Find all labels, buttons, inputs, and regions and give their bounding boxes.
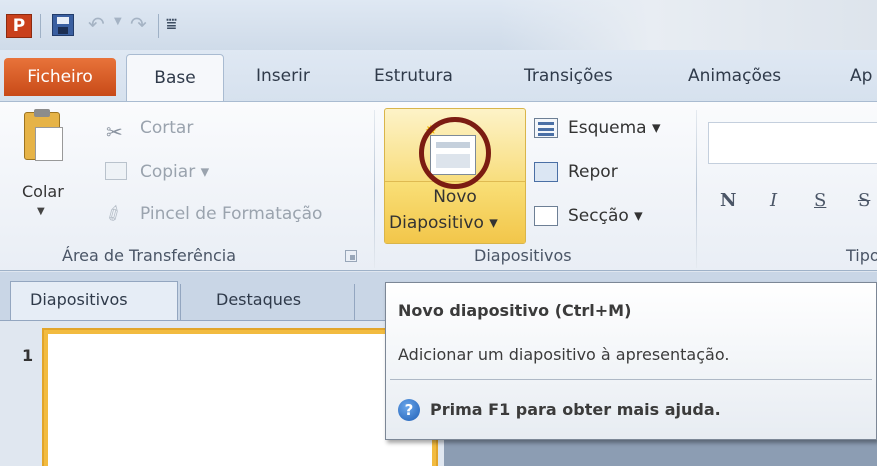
tab-transicoes[interactable]: Transições <box>524 66 613 86</box>
slides-group-label: Diapositivos <box>474 246 572 265</box>
cut-icon[interactable]: ✂ <box>106 120 123 144</box>
title-bar-blur <box>500 0 877 50</box>
reset-button[interactable]: Repor <box>568 162 618 182</box>
cut-button[interactable]: Cortar <box>140 118 193 138</box>
paste-dropdown-icon[interactable]: ▼ <box>37 206 45 217</box>
group-separator <box>696 110 697 268</box>
section-button[interactable]: Secção ▾ <box>568 206 643 226</box>
underline-button[interactable]: S <box>814 190 826 211</box>
tab-inserir[interactable]: Inserir <box>256 66 310 86</box>
tab-base[interactable]: Base <box>126 54 224 102</box>
pane-tab-separator <box>354 284 355 320</box>
format-painter-icon[interactable]: ✐ <box>101 199 128 228</box>
customize-qat-icon[interactable]: ⩸ <box>166 14 177 35</box>
group-separator <box>374 110 375 268</box>
clipboard-dialog-launcher-icon[interactable] <box>345 250 357 262</box>
clipboard-group-label: Área de Transferência <box>62 246 237 265</box>
format-painter-button[interactable]: Pincel de Formatação <box>140 204 322 224</box>
paste-icon[interactable] <box>24 109 63 161</box>
copy-label: Copiar <box>140 162 196 182</box>
font-name-combobox[interactable] <box>708 122 877 164</box>
bold-button[interactable]: N <box>720 190 736 211</box>
tab-apresentacao[interactable]: Ap <box>850 66 872 86</box>
powerpoint-logo-icon[interactable]: P <box>6 14 32 38</box>
copy-button[interactable]: Copiar ▾ <box>140 162 209 182</box>
tooltip-help-text: Prima F1 para obter mais ajuda. <box>430 400 721 419</box>
undo-dropdown-icon[interactable]: ▼ <box>114 16 122 27</box>
strikethrough-button[interactable]: S <box>858 190 870 211</box>
slide-number: 1 <box>22 346 34 365</box>
new-slide-label-line1: Novo <box>433 187 477 207</box>
help-icon: ? <box>398 399 420 421</box>
tooltip-description: Adicionar um diapositivo à apresentação. <box>398 345 730 364</box>
redo-icon[interactable]: ↷ <box>130 12 147 36</box>
copy-icon[interactable] <box>105 162 127 180</box>
italic-button[interactable]: I <box>770 190 777 211</box>
slide-thumbnail[interactable] <box>42 328 438 466</box>
pane-tab-separator <box>180 284 181 320</box>
paste-button[interactable]: Colar <box>22 182 64 201</box>
tooltip-title: Novo diapositivo (Ctrl+M) <box>398 301 632 320</box>
quick-access-toolbar: P ↶ ▼ ↷ ⩸ <box>0 0 877 50</box>
tab-estrutura[interactable]: Estrutura <box>374 66 453 86</box>
tab-slides-label[interactable]: Diapositivos <box>30 290 128 309</box>
save-icon[interactable] <box>52 14 74 36</box>
reset-icon[interactable] <box>534 162 558 182</box>
highlight-circle-annotation <box>419 117 491 189</box>
new-slide-button[interactable]: ✸ Novo Diapositivo ▾ <box>384 108 526 244</box>
tab-ficheiro[interactable]: Ficheiro <box>4 58 116 96</box>
qat-separator <box>40 14 41 38</box>
font-group-label: Tipo <box>846 246 877 265</box>
layout-button[interactable]: Esquema ▾ <box>568 118 661 138</box>
qat-separator <box>158 14 159 38</box>
undo-icon[interactable]: ↶ <box>88 12 105 36</box>
layout-icon[interactable] <box>534 118 558 138</box>
new-slide-tooltip: Novo diapositivo (Ctrl+M) Adicionar um d… <box>385 282 877 440</box>
ribbon: Colar ▼ ✂ Cortar Copiar ▾ ✐ Pincel de Fo… <box>0 101 877 271</box>
new-slide-label-line2: Diapositivo ▾ <box>389 213 498 233</box>
tooltip-separator <box>390 379 872 380</box>
section-icon[interactable] <box>534 206 558 226</box>
tab-outline-label[interactable]: Destaques <box>216 290 301 309</box>
tab-animacoes[interactable]: Animações <box>688 66 781 86</box>
